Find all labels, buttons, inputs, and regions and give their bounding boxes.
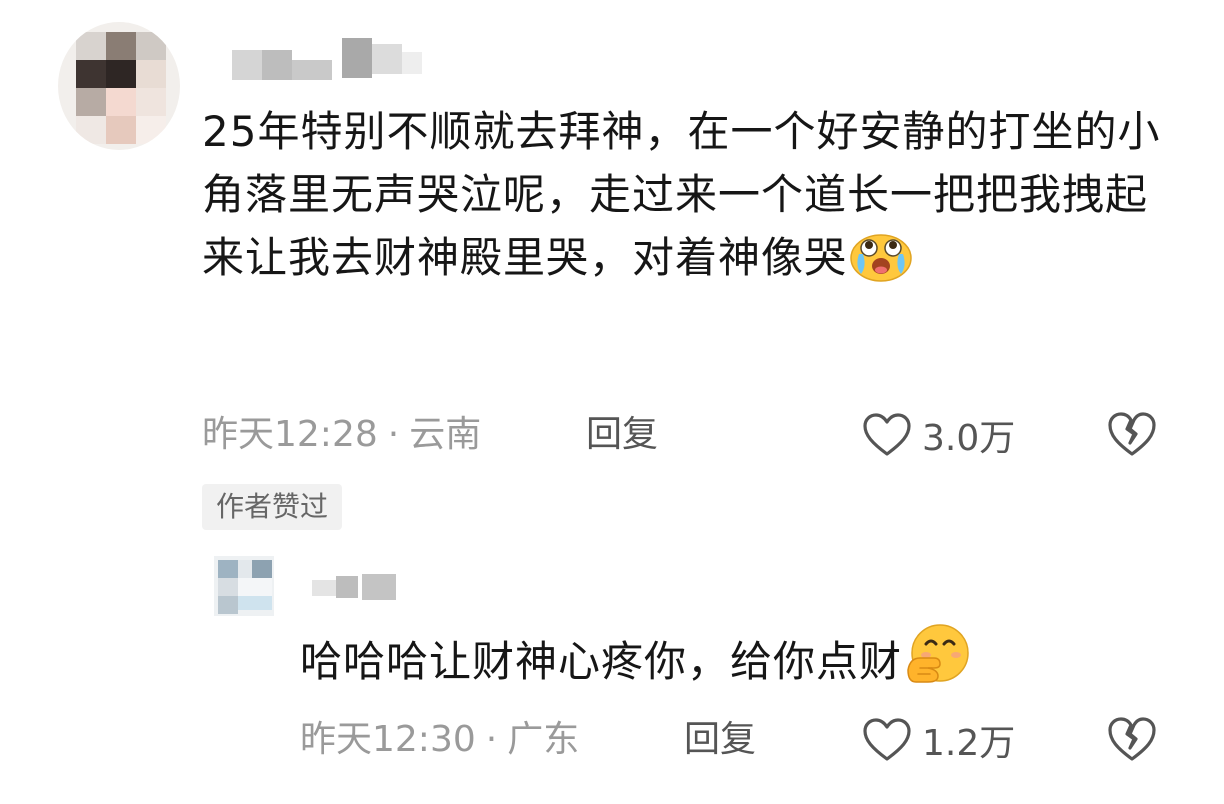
heart-outline-icon: [863, 413, 911, 456]
reply-like-button[interactable]: 1.2万: [862, 715, 1015, 765]
meta-separator: ·: [387, 414, 400, 455]
reply-time: 昨天12:30: [300, 719, 476, 760]
comment-text: 25年特别不顺就去拜神，在一个好安静的打坐的小角落里无声哭泣呢，走过来一个道长一…: [202, 107, 1161, 282]
reply-like-count: 1.2万: [922, 723, 1016, 764]
comment-location: 云南: [409, 414, 482, 455]
commenter-avatar[interactable]: [58, 22, 180, 150]
reply-button[interactable]: 回复: [586, 410, 658, 460]
like-button[interactable]: 3.0万: [862, 410, 1015, 460]
heart-outline-icon: [863, 718, 911, 761]
reply-dislike-button[interactable]: [1106, 715, 1158, 767]
reply-text: 哈哈哈让财神心疼你，给你点财: [300, 637, 903, 686]
reply-location: 广东: [507, 719, 580, 760]
reply-body: 哈哈哈让财神心疼你，给你点财: [300, 624, 1100, 703]
broken-heart-icon: [1108, 717, 1156, 761]
commenter-name[interactable]: [232, 38, 422, 86]
replier-name[interactable]: [312, 570, 402, 604]
reply-to-reply-button[interactable]: 回复: [684, 715, 756, 765]
comment-body: 25年特别不顺就去拜神，在一个好安静的打坐的小角落里无声哭泣呢，走过来一个道长一…: [202, 100, 1162, 299]
meta-separator: ·: [485, 719, 498, 760]
dislike-button[interactable]: [1106, 410, 1158, 462]
hand-over-mouth-emoji: [904, 624, 970, 703]
like-count: 3.0万: [922, 418, 1016, 459]
reply-meta: 昨天12:30 · 广东: [300, 715, 579, 765]
replier-avatar[interactable]: [214, 556, 274, 616]
author-liked-badge: 作者赞过: [202, 484, 343, 530]
comment-time: 昨天12:28: [202, 414, 378, 455]
comment-meta: 昨天12:28 · 云南: [202, 410, 481, 460]
broken-heart-icon: [1108, 412, 1156, 456]
crying-face-emoji: [849, 228, 913, 299]
